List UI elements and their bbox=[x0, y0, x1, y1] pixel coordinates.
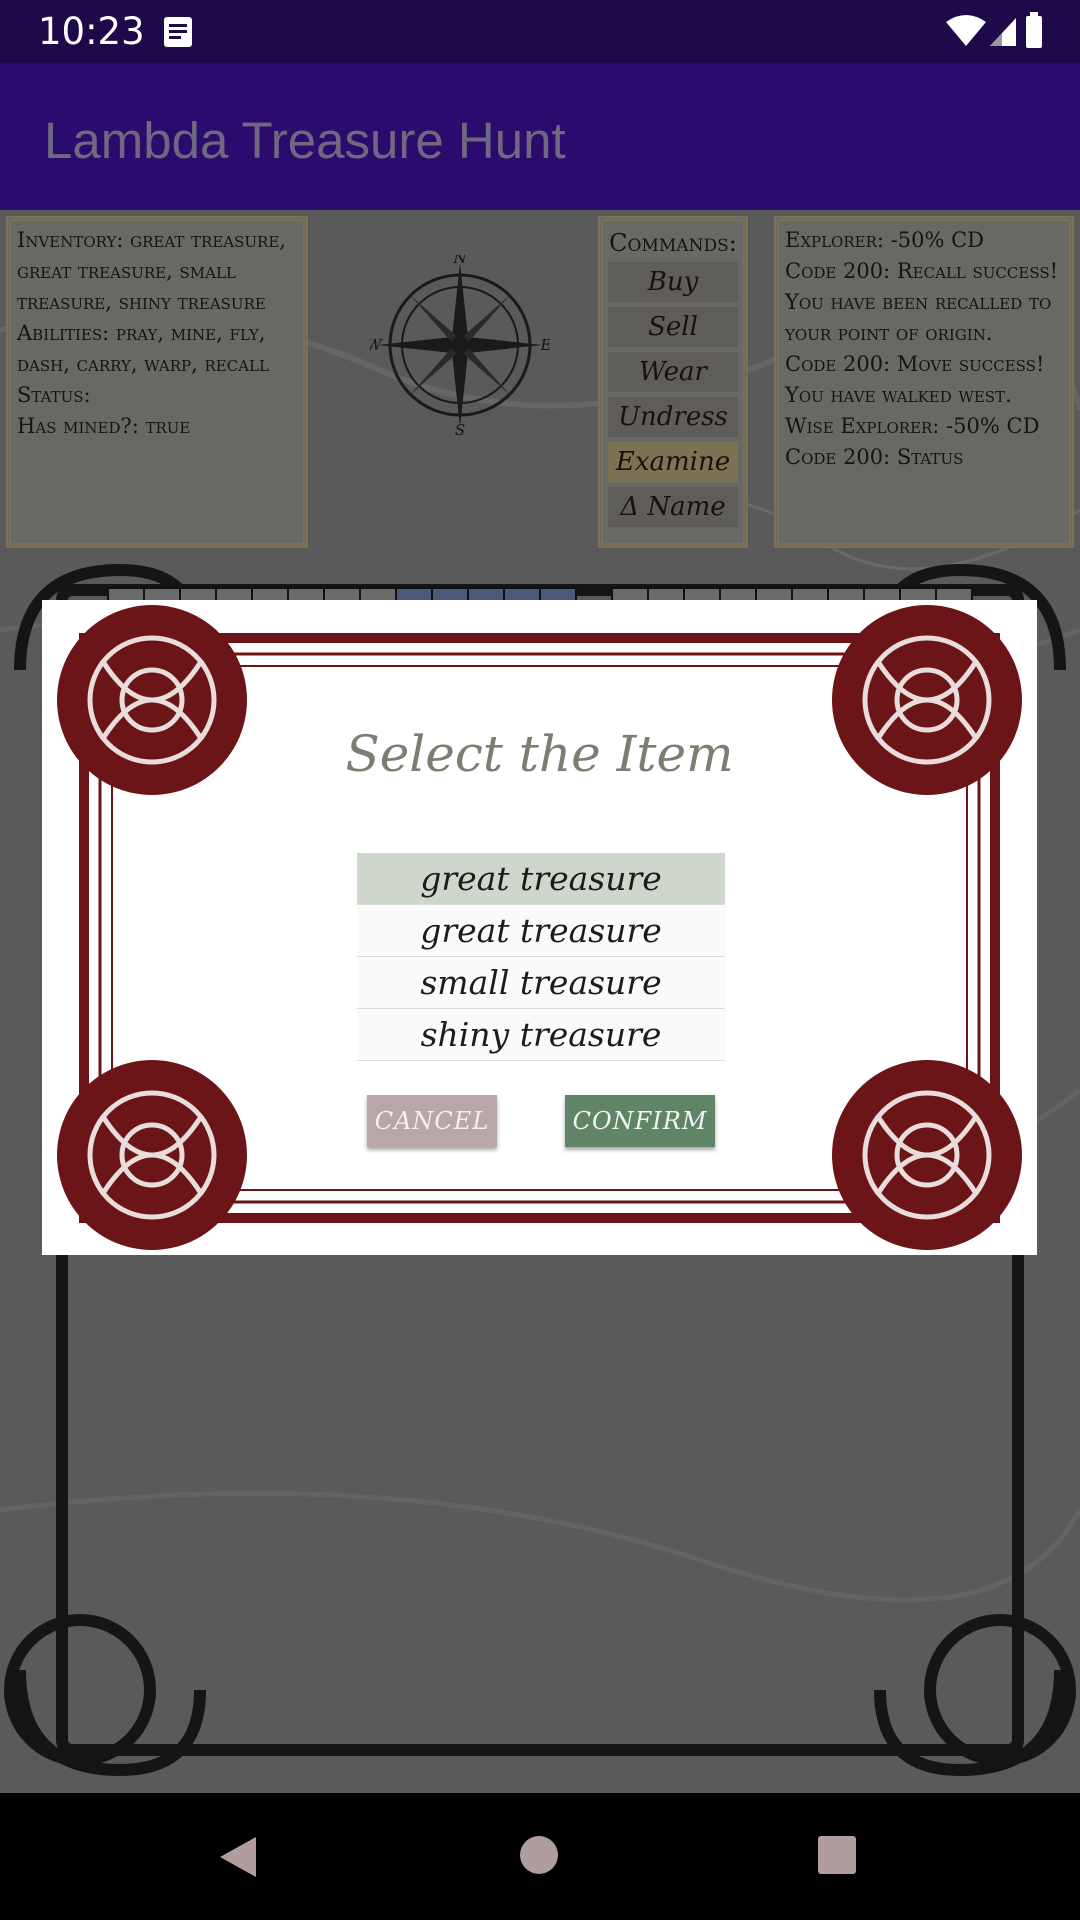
item-list: great treasure great treasure small trea… bbox=[357, 853, 725, 1061]
list-item[interactable]: great treasure bbox=[357, 853, 725, 905]
list-item[interactable]: great treasure bbox=[357, 905, 725, 957]
home-icon[interactable] bbox=[520, 1836, 558, 1874]
list-item[interactable]: small treasure bbox=[357, 957, 725, 1009]
dialog-title: Select the Item bbox=[345, 725, 734, 783]
confirm-button[interactable]: CONFIRM bbox=[565, 1095, 715, 1147]
navigation-bar bbox=[0, 1793, 1080, 1920]
select-item-dialog: Select the Item great treasure great tre… bbox=[42, 600, 1037, 1255]
back-icon[interactable] bbox=[218, 1835, 258, 1879]
list-item[interactable]: shiny treasure bbox=[357, 1009, 725, 1061]
cancel-button[interactable]: CANCEL bbox=[367, 1095, 497, 1147]
recents-icon[interactable] bbox=[818, 1836, 856, 1874]
